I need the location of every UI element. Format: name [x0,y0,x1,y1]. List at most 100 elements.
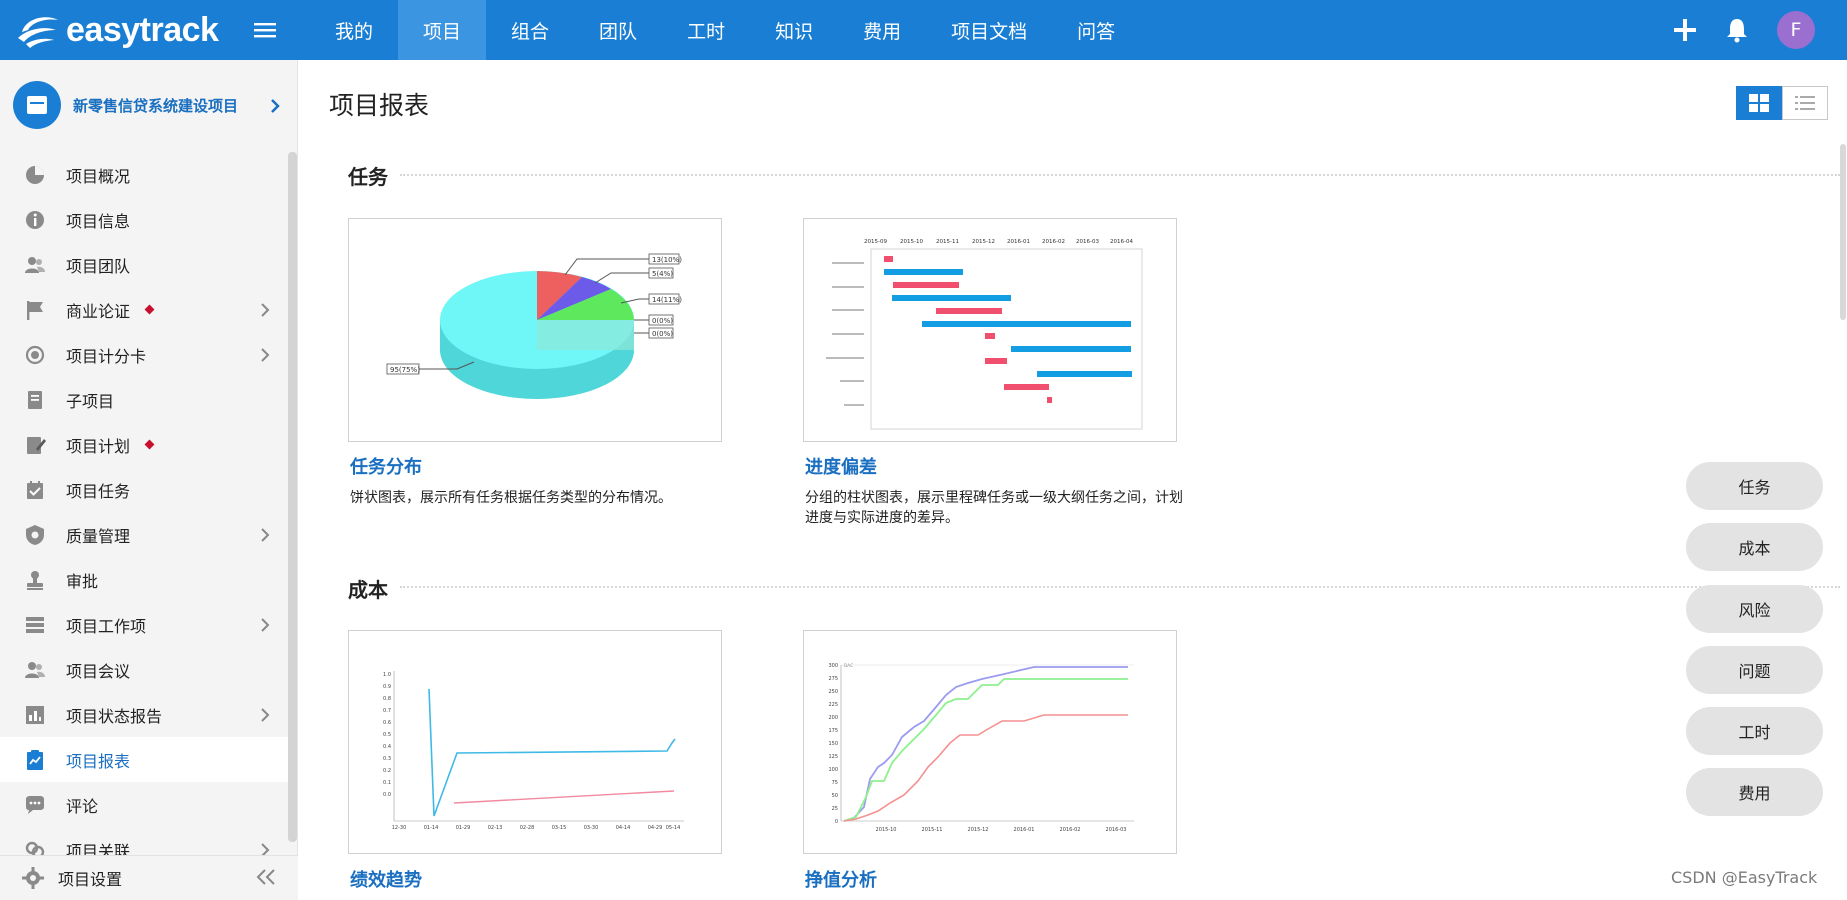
filter-pill-issues[interactable]: 问题 [1686,646,1823,694]
project-folder-icon [13,81,61,129]
bell-icon[interactable] [1725,17,1749,43]
hamburger-menu-button[interactable] [240,0,290,60]
plus-icon[interactable] [1673,18,1697,42]
sidebar-item-label: 项目状态报告 [66,706,163,726]
sidebar-item-team[interactable]: 项目团队 [0,242,288,287]
nav-item-mine[interactable]: 我的 [310,0,398,60]
earned-value-thumbnail[interactable]: 300 275 250 225 200 175 150 125 100 75 5… [803,630,1177,854]
list-view-button[interactable] [1782,86,1828,120]
nav-item-project-docs[interactable]: 项目文档 [926,0,1052,60]
brand-logo[interactable]: easytrack [0,10,240,50]
sidebar-item-info[interactable]: 项目信息 [0,197,288,242]
sidebar-item-approval[interactable]: 审批 [0,557,288,602]
trend-x-tick: 01-29 [456,825,471,831]
watermark: CSDN @EasyTrack [1671,868,1818,887]
section-title-cost: 成本 [348,578,388,602]
trend-x-tick: 03-15 [552,825,567,831]
pie-label: 5(4%) [652,270,673,278]
sidebar-item-label: 质量管理 [66,526,131,546]
trend-y-tick: 1.0 [383,672,391,678]
section-title-tasks: 任务 [348,165,388,189]
subproject-icon [24,389,46,411]
sidebar-item-plan[interactable]: 项目计划 [0,422,288,467]
double-chevron-left-icon[interactable] [256,868,276,886]
sidebar-item-work-items[interactable]: 项目工作项 [0,602,288,647]
nav-item-portfolio[interactable]: 组合 [486,0,574,60]
grid-icon [1749,94,1769,112]
card-desc-schedule-variance: 分组的柱状图表，展示里程碑任务或一级大纲任务之间，计划进度与实际进度的差异。 [805,490,1183,526]
chevron-right-icon [261,348,270,362]
project-header[interactable]: 新零售信贷系统建设项目 [0,60,297,150]
trend-y-tick: 0.1 [383,780,391,786]
main-scrollbar[interactable] [1840,144,1846,320]
sidebar-scrollbar[interactable] [288,152,297,842]
sidebar-item-label: 项目计分卡 [66,346,147,366]
sidebar-item-meetings[interactable]: 项目会议 [0,647,288,692]
sidebar-item-scorecard[interactable]: 项目计分卡 [0,332,288,377]
sidebar-item-comments[interactable]: 评论 [0,782,288,827]
schedule-variance-thumbnail[interactable]: 2015-09 2015-10 2015-11 2015-12 2016-01 … [803,218,1177,442]
nav-item-qa[interactable]: 问答 [1052,0,1140,60]
trend-x-tick: 12-30 [392,825,407,831]
filter-pill-cost[interactable]: 成本 [1686,523,1823,571]
ev-y-tick: 75 [832,780,838,786]
sidebar-item-label: 商业论证 [66,301,131,321]
gantt-month-label: 2015-09 [864,239,887,245]
ev-y-tick: 250 [828,689,838,695]
sidebar-item-subproject[interactable]: 子项目 [0,377,288,422]
sidebar-item-quality[interactable]: 质量管理 [0,512,288,557]
sidebar-item-status-report[interactable]: 项目状态报告 [0,692,288,737]
avatar[interactable]: F [1777,11,1815,49]
task-distribution-thumbnail[interactable]: 13(10%) 5(4%) 14(11%) 0(0%) 0(0%) 95(75%… [348,218,722,442]
sidebar-menu: 项目概况 项目信息 项目团队 商业论证 项目计分卡 子项目 项目计划 项目任务 … [0,152,288,872]
ev-y-tick: 200 [828,715,838,721]
ev-x-tick: 2016-02 [1060,827,1081,833]
card-title-schedule-variance[interactable]: 进度偏差 [805,453,877,479]
filter-pill-tasks[interactable]: 任务 [1686,462,1823,510]
gantt-month-label: 2016-03 [1076,239,1099,245]
sidebar-item-reports[interactable]: 项目报表 [0,737,288,782]
gantt-month-label: 2016-02 [1042,239,1065,245]
nav-item-expense[interactable]: 费用 [838,0,926,60]
sidebar-item-label: 项目任务 [66,481,131,501]
trend-x-tick: 03-30 [584,825,599,831]
meeting-icon [24,659,46,681]
gantt-month-label: 2016-04 [1110,239,1133,245]
sidebar-item-overview[interactable]: 项目概况 [0,152,288,197]
performance-trend-thumbnail[interactable]: 1.0 0.9 0.8 0.7 0.6 0.5 0.4 0.3 0.2 0.1 … [348,630,722,854]
ev-bac-label: BAC [844,663,853,669]
top-bar: easytrack 我的 项目 组合 团队 工时 知识 费用 项目文档 问答 F [0,0,1847,60]
nav-item-team[interactable]: 团队 [574,0,662,60]
section-divider [400,586,1840,588]
sidebar-footer-settings[interactable]: 项目设置 [0,855,298,900]
sidebar-item-label: 审批 [66,571,99,591]
sidebar-item-business-case[interactable]: 商业论证 [0,287,288,332]
pie-chart-thumbnail: 13(10%) 5(4%) 14(11%) 0(0%) 0(0%) 95(75%… [386,253,682,399]
hamburger-icon [254,23,276,38]
card-title-performance-trend[interactable]: 绩效趋势 [350,866,422,892]
trend-x-tick: 01-14 [424,825,439,831]
ev-y-tick: 275 [828,676,838,682]
grid-view-button[interactable] [1736,86,1782,120]
card-title-task-distribution[interactable]: 任务分布 [350,453,422,479]
nav-item-projects[interactable]: 项目 [398,0,487,60]
section-divider [400,174,1840,176]
flag-icon [24,299,46,321]
nav-item-timesheet[interactable]: 工时 [662,0,750,60]
filter-pill-timesheet[interactable]: 工时 [1686,707,1823,755]
card-title-earned-value[interactable]: 挣值分析 [805,866,877,892]
trend-y-tick: 0.0 [383,792,391,798]
trend-y-tick: 0.7 [383,708,391,714]
sidebar-item-tasks[interactable]: 项目任务 [0,467,288,512]
trend-y-tick: 0.2 [383,768,391,774]
gantt-chart-thumbnail: 2015-09 2015-10 2015-11 2015-12 2016-01 … [826,239,1143,430]
filter-pill-expense[interactable]: 费用 [1686,768,1823,816]
nav-item-knowledge[interactable]: 知识 [750,0,838,60]
ev-y-tick: 25 [832,806,838,812]
trend-y-tick: 0.3 [383,756,391,762]
chevron-right-icon[interactable] [270,98,280,114]
sidebar-item-label: 项目团队 [66,256,131,276]
comment-icon [24,794,46,816]
filter-pill-risk[interactable]: 风险 [1686,585,1823,633]
trend-x-tick: 04-29 [648,825,663,831]
